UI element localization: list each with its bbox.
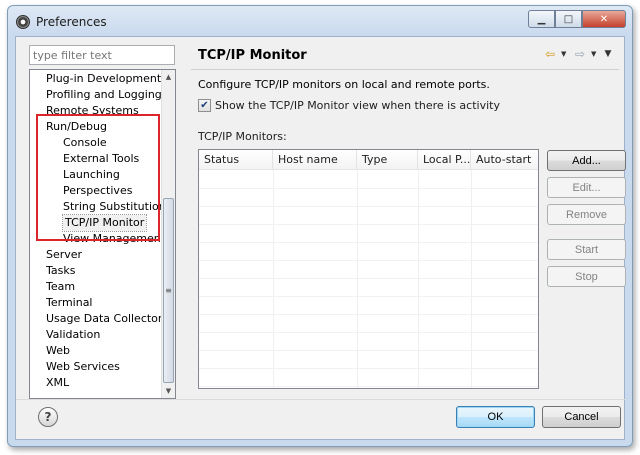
grid-line [199,386,538,387]
grid-line [357,170,358,388]
table-header: Status Host name Type Local P... Auto-start [199,150,538,170]
preferences-tree: XML Web Services Web Validation Usage Data C… [29,69,176,399]
tree-item[interactable]: Plug-in Development [46,71,161,87]
edit-button[interactable]: Edit... [547,177,626,198]
cancel-button[interactable]: Cancel [542,406,621,428]
tree-item[interactable]: Run/Debug [46,119,107,135]
monitors-table[interactable]: Status Host name Type Local P... Auto-start [198,149,539,389]
tree-item[interactable]: String Substitution [63,199,166,215]
grid-line [199,242,538,243]
maximize-button[interactable]: □ [555,10,582,28]
tree-item[interactable]: Web Services [46,359,120,375]
column-header[interactable]: Local P... [418,150,471,170]
grid-line [418,170,419,388]
tree-item[interactable]: Server [46,247,82,263]
page-navigation: ⇦ ▼ ⇨ ▼ ▼ [542,47,614,61]
ok-button[interactable]: OK [456,406,535,428]
view-menu-icon[interactable]: ▼ [602,49,614,59]
forward-dropdown-icon[interactable]: ▼ [591,50,599,58]
close-button[interactable]: ✕ [582,10,626,28]
scroll-down-icon[interactable]: ▼ [162,384,175,398]
page-description: Configure TCP/IP monitors on local and r… [198,78,490,91]
close-icon: ✕ [599,13,609,25]
tree-item[interactable]: Remote Systems [46,103,139,119]
tree-item[interactable]: Web [46,343,70,359]
grid-line [199,314,538,315]
column-header[interactable]: Auto-start [471,150,538,170]
tree-item[interactable]: View Management [63,231,165,247]
grid-line [273,170,274,388]
grip-icon: ≡ [165,286,172,295]
minimize-icon: ▁ [537,13,546,25]
scroll-thumb[interactable]: ≡ [163,198,174,383]
monitors-label: TCP/IP Monitors: [198,130,287,143]
footer-separator [16,399,626,400]
maximize-icon: □ [563,13,574,25]
tree-item[interactable]: Console [63,135,107,151]
start-button[interactable]: Start [547,239,626,260]
column-header[interactable]: Host name [273,150,357,170]
tree-item[interactable]: Validation [46,327,100,343]
window-title: Preferences [36,15,107,29]
scroll-up-icon[interactable]: ▲ [162,70,175,84]
tree-item[interactable]: Terminal [46,295,93,311]
help-icon: ? [44,410,52,424]
eclipse-app-icon [16,15,30,29]
minimize-button[interactable]: ▁ [528,10,555,28]
grid-line [199,332,538,333]
grid-line [199,206,538,207]
column-header[interactable]: Type [357,150,418,170]
checkmark-icon: ✔ [200,100,209,111]
grid-line [199,350,538,351]
tree-item[interactable]: Usage Data Collector [46,311,162,327]
grid-line [199,368,538,369]
tree-item[interactable]: Tasks [46,263,75,279]
dialog-client-area: XMLWeb ServicesWebValidationUsage Data C… [15,36,626,440]
tree-item[interactable]: Team [46,279,75,295]
back-arrow-icon[interactable]: ⇦ [542,47,558,61]
tree-item[interactable]: XML [46,375,69,391]
tree-item[interactable]: Launching [63,167,120,183]
preferences-window: Preferences ▁ □ ✕ XMLWeb ServicesWebVali… [7,5,633,447]
show-view-checkbox[interactable]: ✔ [198,99,211,112]
grid-line [199,260,538,261]
add-button[interactable]: Add... [547,150,626,171]
grid-line [471,170,472,388]
window-controls: ▁ □ ✕ [528,10,626,28]
filter-input[interactable] [29,45,175,65]
page-title: TCP/IP Monitor [198,48,307,63]
back-dropdown-icon[interactable]: ▼ [561,50,569,58]
forward-arrow-icon[interactable]: ⇨ [572,47,588,61]
stop-button[interactable]: Stop [547,266,626,287]
tree-scrollbar[interactable]: ▲ ≡ ▼ [161,70,175,398]
tree-item[interactable]: Perspectives [63,183,132,199]
tree-item[interactable]: Profiling and Logging [46,87,162,103]
remove-button[interactable]: Remove [547,204,626,225]
grid-line [199,188,538,189]
title-separator [191,69,619,70]
grid-line [199,224,538,225]
column-header[interactable]: Status [199,150,273,170]
grid-line [199,296,538,297]
title-bar[interactable]: Preferences ▁ □ ✕ [8,6,632,36]
show-view-option: ✔ Show the TCP/IP Monitor view when ther… [198,99,500,112]
tree-item[interactable]: External Tools [63,151,139,167]
tree-item[interactable]: TCP/IP Monitor [61,214,148,232]
show-view-label[interactable]: Show the TCP/IP Monitor view when there … [215,99,500,112]
grid-line [199,278,538,279]
help-button[interactable]: ? [38,407,58,427]
